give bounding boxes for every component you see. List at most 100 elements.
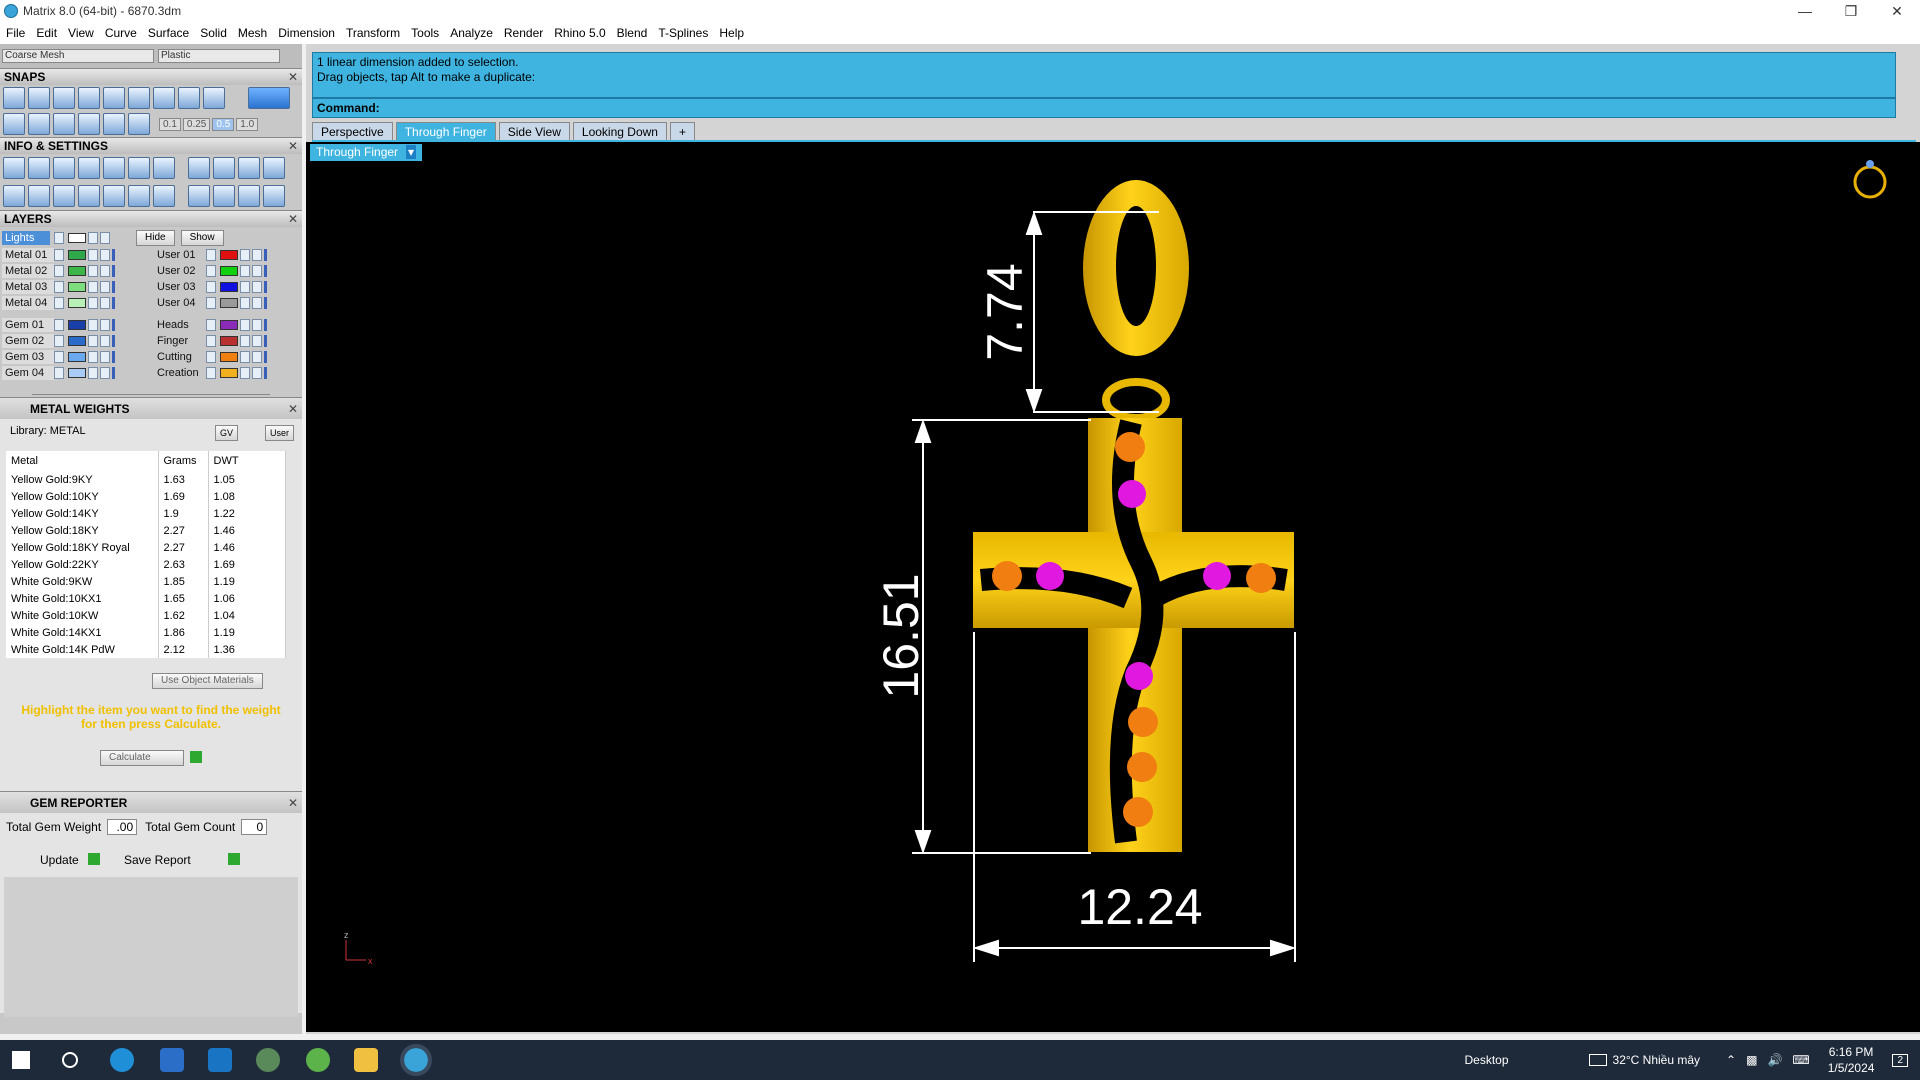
table-row[interactable]: Yellow Gold:22KY 2.63 1.69 <box>6 556 286 573</box>
lock-icon[interactable] <box>240 351 250 363</box>
layer-expand-icon[interactable] <box>206 297 216 309</box>
layer-expand-icon[interactable] <box>54 335 64 347</box>
lock-icon[interactable] <box>88 335 98 347</box>
menu-file[interactable]: File <box>6 26 25 40</box>
lock-icon[interactable] <box>240 367 250 379</box>
tab-perspective[interactable]: Perspective <box>312 122 393 141</box>
snap-center-icon[interactable] <box>103 87 125 109</box>
layer-expand-icon[interactable] <box>206 335 216 347</box>
view-b-icon[interactable] <box>213 185 235 207</box>
clock[interactable]: 6:16 PM 1/5/2024 <box>1828 1044 1875 1076</box>
view-a-icon[interactable] <box>188 185 210 207</box>
layer-expand-icon[interactable] <box>206 351 216 363</box>
snap-tan-icon[interactable] <box>178 87 200 109</box>
snap-mid-icon[interactable] <box>78 87 100 109</box>
visible-icon[interactable] <box>252 265 262 277</box>
layer-expand-icon[interactable] <box>206 367 216 379</box>
layer-color-swatch[interactable] <box>68 336 86 346</box>
visible-icon[interactable] <box>252 319 262 331</box>
notification-badge[interactable]: 2 <box>1892 1053 1908 1067</box>
matrix-taskbar-icon[interactable] <box>400 1044 432 1076</box>
hide-button[interactable]: Hide <box>136 230 175 246</box>
snap-point-icon[interactable] <box>53 87 75 109</box>
layer-expand-icon[interactable] <box>54 232 64 244</box>
dimension-cross-width[interactable]: 12.24 <box>1077 879 1202 935</box>
layer-name[interactable]: Gem 03 <box>2 350 54 364</box>
layer-color-swatch[interactable] <box>220 266 238 276</box>
layer-expand-icon[interactable] <box>54 367 64 379</box>
lock-icon[interactable] <box>240 281 250 293</box>
table-row[interactable]: Yellow Gold:10KY 1.69 1.08 <box>6 488 286 505</box>
view-d-icon[interactable] <box>263 185 285 207</box>
desktop-toolbar[interactable]: Desktop <box>1464 1053 1508 1067</box>
render-a-icon[interactable] <box>188 157 210 179</box>
use-object-materials-button[interactable]: Use Object Materials <box>152 673 263 689</box>
app-icon[interactable] <box>256 1048 280 1072</box>
layer-color-swatch[interactable] <box>68 320 86 330</box>
visible-icon[interactable] <box>252 297 262 309</box>
snap-value-025[interactable]: 0.25 <box>182 117 211 131</box>
menu-transform[interactable]: Transform <box>346 26 400 40</box>
app-green-icon[interactable] <box>306 1048 330 1072</box>
layers-icon[interactable] <box>53 157 75 179</box>
calculate-play-icon[interactable] <box>190 750 202 763</box>
layer-expand-icon[interactable] <box>206 281 216 293</box>
chevron-up-icon[interactable]: ⌃ <box>1726 1053 1736 1067</box>
table-row[interactable]: Yellow Gold:14KY 1.9 1.22 <box>6 505 286 522</box>
col-metal[interactable]: Metal <box>6 451 159 471</box>
volume-icon[interactable]: 🔊 <box>1767 1053 1782 1067</box>
command-input[interactable]: Command: <box>312 98 1896 118</box>
table-row[interactable]: White Gold:14KX1 1.86 1.19 <box>6 624 286 641</box>
settings-icon[interactable] <box>3 157 25 179</box>
snap-value-01[interactable]: 0.1 <box>159 117 181 131</box>
gv-button[interactable]: GV <box>214 425 238 441</box>
ortho-toggle-icon[interactable] <box>248 87 290 109</box>
add-tab-button[interactable]: + <box>669 122 695 141</box>
snap-perp-icon[interactable] <box>153 87 175 109</box>
visible-icon[interactable] <box>100 265 110 277</box>
visible-icon[interactable] <box>100 297 110 309</box>
visible-icon[interactable] <box>100 281 110 293</box>
solid-icon[interactable] <box>78 185 100 207</box>
visible-icon[interactable] <box>100 367 110 379</box>
mail-icon[interactable] <box>208 1048 232 1072</box>
lock-icon[interactable] <box>88 351 98 363</box>
layer-name[interactable]: Gem 02 <box>2 334 54 348</box>
table-row[interactable]: Yellow Gold:9KY 1.63 1.05 <box>6 471 286 488</box>
menu-view[interactable]: View <box>68 26 94 40</box>
search-icon[interactable] <box>62 1052 78 1068</box>
store-icon[interactable] <box>160 1048 184 1072</box>
update-play-icon[interactable] <box>88 853 100 865</box>
minimize-button[interactable]: — <box>1782 0 1828 22</box>
lock-icon[interactable] <box>88 249 98 261</box>
grid-icon[interactable] <box>3 185 25 207</box>
show-button[interactable]: Show <box>180 230 224 246</box>
menu-rhino[interactable]: Rhino 5.0 <box>554 26 605 40</box>
layer-name[interactable]: Metal 03 <box>2 280 54 294</box>
table-row[interactable]: White Gold:14K PdW 2.12 1.36 <box>6 641 286 658</box>
project-icon[interactable] <box>53 113 75 135</box>
lock-icon[interactable] <box>88 232 98 244</box>
layer-name[interactable]: User 03 <box>154 280 206 294</box>
lock-icon[interactable] <box>88 319 98 331</box>
visible-icon[interactable] <box>100 319 110 331</box>
menu-edit[interactable]: Edit <box>36 26 57 40</box>
layer-color-swatch[interactable] <box>220 282 238 292</box>
visible-icon[interactable] <box>252 249 262 261</box>
planar-icon[interactable] <box>28 113 50 135</box>
mesh-select[interactable]: Coarse Mesh <box>2 49 154 63</box>
tab-side-view[interactable]: Side View <box>498 122 570 141</box>
layer-color-swatch[interactable] <box>220 298 238 308</box>
menu-help[interactable]: Help <box>719 26 744 40</box>
table-row[interactable]: White Gold:10KW 1.62 1.04 <box>6 607 286 624</box>
snap-end-icon[interactable] <box>3 87 25 109</box>
layer-name[interactable]: Finger <box>154 334 206 348</box>
render-b-icon[interactable] <box>213 157 235 179</box>
layer-color-swatch[interactable] <box>220 336 238 346</box>
layer-name[interactable]: Gem 04 <box>2 366 54 380</box>
close-button[interactable]: ✕ <box>1874 0 1920 22</box>
visible-icon[interactable] <box>252 281 262 293</box>
material-select[interactable]: Plastic <box>158 49 280 63</box>
record-history-icon[interactable] <box>128 113 150 135</box>
menu-surface[interactable]: Surface <box>148 26 189 40</box>
